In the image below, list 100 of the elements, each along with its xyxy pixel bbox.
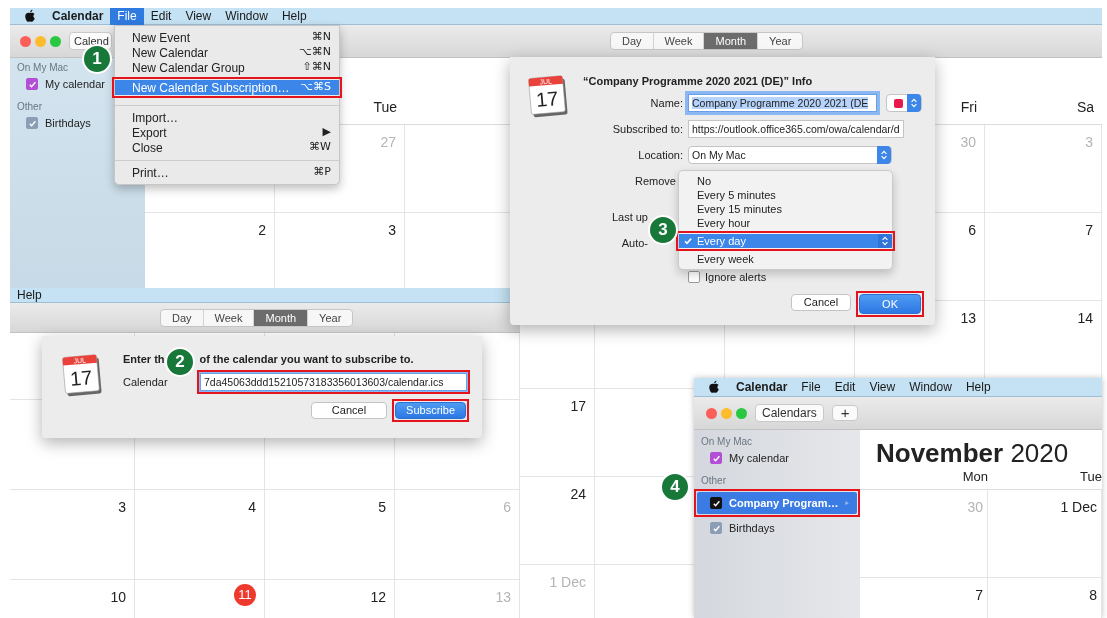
day-number: 17 bbox=[570, 397, 586, 416]
prompt-text: of the calendar you want to subscribe to. bbox=[199, 353, 414, 365]
apple-icon[interactable] bbox=[708, 380, 720, 394]
day-number: 12 bbox=[370, 588, 386, 607]
menu-item[interactable]: File bbox=[110, 8, 144, 25]
app-menu[interactable]: Calendar bbox=[729, 378, 795, 396]
checkbox[interactable] bbox=[26, 117, 38, 129]
view-tab[interactable]: Month bbox=[253, 309, 308, 326]
view-tab[interactable]: Year bbox=[307, 309, 353, 326]
menu-option[interactable]: Every hour bbox=[679, 216, 892, 230]
shortcut-label: ⇧⌘N bbox=[302, 59, 331, 76]
day-number: 8 bbox=[1089, 586, 1097, 605]
calendar-item[interactable]: Birthdays bbox=[10, 114, 94, 132]
field-label: Auto- bbox=[620, 235, 649, 251]
menu-item[interactable]: Edit bbox=[143, 8, 179, 25]
checkbox[interactable] bbox=[26, 78, 38, 90]
view-tab[interactable]: Year bbox=[757, 33, 803, 49]
day-number: 5 bbox=[378, 498, 386, 517]
field-label: Subscribed to: bbox=[611, 121, 684, 137]
menu-item[interactable]: View bbox=[178, 8, 219, 25]
day-number: 3 bbox=[118, 498, 126, 517]
calendars-button[interactable]: Calend bbox=[69, 32, 112, 50]
menu-item[interactable]: Edit bbox=[827, 378, 863, 396]
view-tab[interactable]: Month bbox=[703, 33, 758, 49]
stepper-icon bbox=[878, 234, 892, 248]
menu-item[interactable]: Window bbox=[902, 378, 959, 396]
menu-item[interactable]: Print… ⌘P bbox=[115, 165, 339, 180]
checkbox[interactable] bbox=[688, 271, 700, 283]
day-number: 3 bbox=[1085, 133, 1093, 152]
field-label: Remove bbox=[634, 173, 677, 189]
text-field[interactable]: https://outlook.office365.com/owa/calendar/d bbox=[688, 120, 904, 138]
menu-item[interactable]: File bbox=[794, 378, 828, 396]
day-number: 4 bbox=[248, 498, 256, 517]
app-menu[interactable]: Calendar bbox=[45, 8, 111, 25]
day-number: 1 Dec bbox=[549, 573, 586, 592]
confirm-button[interactable]: Subscribe bbox=[395, 402, 466, 419]
day-number: 13 bbox=[960, 309, 976, 328]
menu-item[interactable]: View bbox=[862, 378, 903, 396]
menu-item[interactable]: Help bbox=[10, 288, 49, 304]
calendar-item[interactable]: Company Program… bbox=[697, 492, 857, 514]
view-tab[interactable]: Day bbox=[161, 309, 203, 326]
zoom-button[interactable] bbox=[50, 35, 61, 47]
checkmark-icon bbox=[683, 236, 693, 246]
menu-option[interactable]: No bbox=[679, 174, 892, 188]
menu-item[interactable]: Help bbox=[274, 8, 314, 25]
day-number: 14 bbox=[1077, 309, 1093, 328]
menu-item[interactable]: Help bbox=[958, 378, 998, 396]
checkbox[interactable] bbox=[710, 522, 722, 534]
prompt-text: Enter th bbox=[123, 353, 165, 365]
menu-item[interactable]: Close ⌘W bbox=[115, 140, 339, 155]
add-button[interactable]: + bbox=[831, 405, 859, 421]
cancel-button[interactable]: Cancel bbox=[310, 402, 388, 419]
calendar-item[interactable]: Birthdays bbox=[694, 519, 860, 537]
zoom-button[interactable] bbox=[736, 407, 747, 419]
weekday-label: Mon bbox=[962, 467, 988, 486]
menu-option[interactable]: Every day bbox=[679, 234, 892, 248]
field-label: Name: bbox=[649, 95, 684, 111]
menu-option[interactable]: Every 5 minutes bbox=[679, 188, 892, 202]
menu-item[interactable]: New Calendar ⌥⌘N bbox=[115, 45, 339, 60]
view-tab[interactable]: Day bbox=[611, 33, 653, 49]
apple-icon[interactable] bbox=[24, 9, 36, 23]
highlight-frame bbox=[856, 291, 924, 317]
field-label: Location: bbox=[637, 147, 684, 163]
close-button[interactable] bbox=[20, 35, 31, 47]
shortcut-label: ⌘P bbox=[313, 164, 331, 181]
cancel-button[interactable]: Cancel bbox=[790, 294, 852, 311]
menu-item[interactable]: New Calendar Subscription… ⌥⌘S bbox=[115, 80, 339, 95]
day-number: 30 bbox=[967, 498, 983, 517]
shortcut-label: ⌥⌘S bbox=[300, 79, 331, 96]
menu-item[interactable]: Export ▶ bbox=[115, 125, 339, 140]
shortcut-label: ⌥⌘N bbox=[299, 44, 331, 61]
text-field[interactable]: Company Programme 2020 2021 (DE bbox=[688, 94, 877, 112]
section-heading: Other bbox=[17, 101, 42, 113]
weekday-label: Fri bbox=[960, 98, 977, 117]
menu-item[interactable]: New Calendar Group ⇧⌘N bbox=[115, 60, 339, 75]
calendar-item[interactable]: My calendar bbox=[10, 75, 108, 93]
day-number: 30 bbox=[960, 133, 976, 152]
day-number: 6 bbox=[968, 221, 976, 240]
day-number: 2 bbox=[258, 221, 266, 240]
url-field[interactable]: 7da45063ddd15210573183356013603/calendar.ics bbox=[200, 373, 467, 391]
weekday-label: Sa bbox=[1076, 98, 1094, 117]
menu-item[interactable]: Window bbox=[218, 8, 275, 25]
checkbox[interactable] bbox=[710, 452, 722, 464]
calendars-button[interactable]: Calendars bbox=[755, 404, 824, 422]
day-number: 24 bbox=[570, 485, 586, 504]
menu-option[interactable]: Every 15 minutes bbox=[679, 202, 892, 216]
menu-option[interactable]: Every week bbox=[679, 252, 892, 266]
menu-item[interactable]: New Event ⌘N bbox=[115, 30, 339, 45]
day-number: 7 bbox=[1085, 221, 1093, 240]
calendar-item[interactable]: My calendar bbox=[694, 449, 860, 467]
shortcut-label: ⌘N bbox=[311, 29, 331, 46]
checkbox[interactable] bbox=[710, 497, 722, 509]
day-number: 3 bbox=[388, 221, 396, 240]
dialog-title: “Company Programme 2020 2021 (DE)” Info bbox=[583, 74, 814, 88]
color-popup[interactable] bbox=[886, 94, 922, 112]
menu-item[interactable]: Import… bbox=[115, 110, 339, 125]
close-button[interactable] bbox=[706, 407, 717, 419]
section-heading: On My Mac bbox=[701, 436, 753, 448]
location-select[interactable]: On My Mac bbox=[688, 146, 892, 164]
weekday-label: Tue bbox=[1080, 467, 1102, 486]
